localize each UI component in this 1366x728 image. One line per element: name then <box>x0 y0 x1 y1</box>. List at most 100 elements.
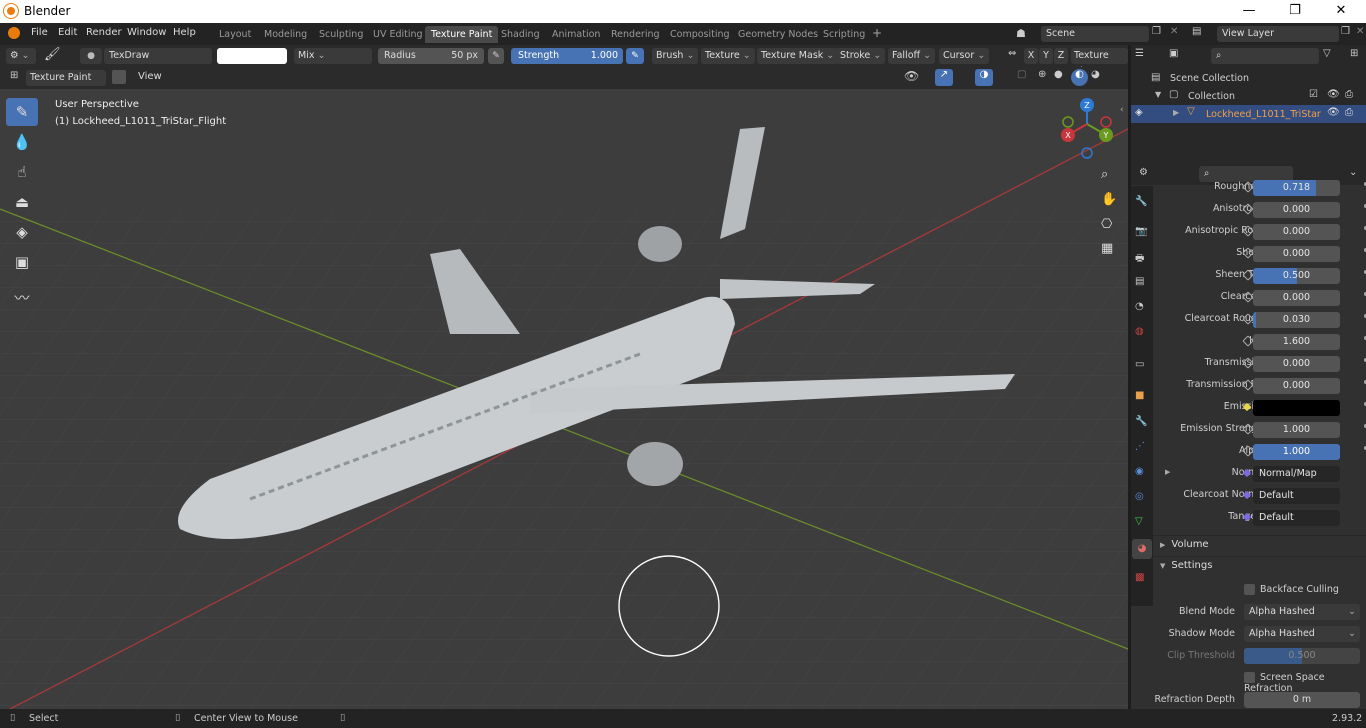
new-view-layer-icon[interactable]: ❐ <box>1341 26 1350 37</box>
clip-threshold-slider[interactable]: 0.500 <box>1244 648 1360 664</box>
output-tab-icon[interactable]: 🖶 <box>1135 251 1144 268</box>
collection-label[interactable]: Collection <box>1188 91 1235 102</box>
xray-icon[interactable]: ▢ <box>1017 69 1026 80</box>
minimize-button[interactable]: — <box>1226 0 1272 23</box>
physics-tab-icon[interactable]: ◉ <box>1135 466 1144 477</box>
clone-tool-icon[interactable]: ⏏ <box>6 188 38 216</box>
blend-mode-dropdown[interactable]: Mix <box>294 48 372 64</box>
menu-help[interactable]: Help <box>173 27 196 38</box>
radius-pressure-icon[interactable]: ✎ <box>488 48 504 64</box>
prop-value-slider[interactable]: 0.030 <box>1253 312 1340 328</box>
tab-uv-editing[interactable]: UV Editing <box>367 26 429 43</box>
mode-dropdown[interactable]: Texture Paint <box>26 70 106 86</box>
prop-value-slider[interactable]: 0.000 <box>1253 246 1340 262</box>
scene-icon[interactable]: ☗ <box>1016 27 1026 40</box>
camera-icon[interactable]: ⎔ <box>1101 217 1112 232</box>
tab-layout[interactable]: Layout <box>213 26 257 43</box>
mirror-z-toggle[interactable]: Z <box>1054 48 1068 64</box>
scene-collection-label[interactable]: Scene Collection <box>1170 73 1249 84</box>
texture-slots-button[interactable]: Texture Slots <box>1071 48 1128 77</box>
symmetry-icon[interactable]: ⇔ <box>1008 48 1016 59</box>
menu-edit[interactable]: Edit <box>58 27 77 38</box>
remove-scene-icon[interactable]: ✕ <box>1170 26 1178 37</box>
texture-menu[interactable]: Texture <box>701 48 755 64</box>
annotate-tool-icon[interactable]: 〰 <box>6 284 38 312</box>
prop-value-slider[interactable]: 1.000 <box>1253 444 1340 460</box>
add-workspace-icon[interactable]: + <box>872 26 882 40</box>
tab-rendering[interactable]: Rendering <box>605 26 666 43</box>
prop-value-slider[interactable]: 0.718 <box>1253 180 1340 196</box>
display-mode-icon[interactable]: ▣ <box>1169 48 1178 59</box>
tab-compositing[interactable]: Compositing <box>664 26 736 43</box>
tab-sculpting[interactable]: Sculpting <box>313 26 369 43</box>
fake-user-icon[interactable]: ● <box>80 48 102 64</box>
strength-pressure-icon[interactable]: ✎ <box>626 48 644 64</box>
prop-value-slider[interactable]: 0.000 <box>1253 378 1340 394</box>
smear-tool-icon[interactable]: ☝ <box>6 158 38 186</box>
collection-camera-icon[interactable]: ⎙ <box>1345 89 1353 100</box>
blender-menu-icon[interactable] <box>8 27 20 39</box>
brush-color-swatch[interactable] <box>217 48 287 64</box>
wireframe-shading-icon[interactable]: ⊕ <box>1038 69 1046 80</box>
tab-animation[interactable]: Animation <box>546 26 606 43</box>
zoom-icon[interactable]: ⌕ <box>1101 167 1108 182</box>
refraction-depth-field[interactable]: 0 m <box>1244 692 1360 708</box>
fill-tool-icon[interactable]: ◈ <box>6 218 38 246</box>
outliner-editor-icon[interactable]: ☰ <box>1135 48 1144 59</box>
menu-file[interactable]: File <box>31 27 48 38</box>
object-camera-icon[interactable]: ⎙ <box>1345 107 1353 118</box>
rendered-shading-icon[interactable]: ◕ <box>1091 69 1100 80</box>
mirror-x-toggle[interactable]: X <box>1024 48 1038 64</box>
maximize-button[interactable]: ❐ <box>1272 0 1318 23</box>
render-tab-icon[interactable]: 📷 <box>1135 226 1147 237</box>
remove-view-layer-icon[interactable]: ✕ <box>1356 26 1364 37</box>
object-label[interactable]: Lockheed_L1011_TriStar <box>1206 109 1321 120</box>
close-button[interactable]: ✕ <box>1318 0 1364 23</box>
radius-slider[interactable]: Radius 50 px <box>378 48 484 64</box>
scene-field[interactable]: Scene <box>1041 26 1149 42</box>
collection-expand-icon[interactable]: ▼ <box>1155 90 1161 99</box>
blend-mode-dropdown[interactable]: Alpha Hashed ⌄ <box>1244 604 1360 620</box>
tab-modeling[interactable]: Modeling <box>258 26 313 43</box>
properties-editor-icon[interactable]: ⚙ <box>1139 167 1148 178</box>
prop-value-slider[interactable]: 1.000 <box>1253 422 1340 438</box>
world-tab-icon[interactable]: ◍ <box>1135 326 1144 337</box>
filter-icon[interactable]: ▽ <box>1323 48 1331 59</box>
link-value[interactable]: Default <box>1253 510 1340 526</box>
sidebar-toggle-icon[interactable]: ‹ <box>1120 105 1124 115</box>
tool-options-icon[interactable]: ⚙ <box>6 48 36 64</box>
prop-value-slider[interactable]: 1.600 <box>1253 334 1340 350</box>
gizmo-toggle-icon[interactable]: ↗ <box>935 69 953 86</box>
new-collection-icon[interactable]: ⊞ <box>1350 48 1358 59</box>
properties-options-icon[interactable]: ⌄ <box>1349 167 1357 178</box>
ssr-checkbox[interactable]: Screen Space Refraction <box>1244 672 1366 694</box>
scene-tab-icon[interactable]: ◔ <box>1135 301 1144 312</box>
menu-window[interactable]: Window <box>127 27 166 38</box>
tool-tab-icon[interactable]: 🔧 <box>1135 196 1147 207</box>
collection-tab-icon[interactable]: ▭ <box>1135 359 1144 370</box>
volume-panel-header[interactable]: ▶ Volume <box>1160 539 1209 550</box>
tab-geometry-nodes[interactable]: Geometry Nodes <box>732 26 824 43</box>
object-eye-icon[interactable]: 👁 <box>1327 107 1340 118</box>
cursor-menu[interactable]: Cursor <box>939 48 990 64</box>
editor-type-icon[interactable]: ⊞ <box>10 70 18 81</box>
tab-shading[interactable]: Shading <box>495 26 546 43</box>
brush-menu[interactable]: Brush <box>652 48 699 64</box>
paint-mask-icon[interactable] <box>112 70 126 84</box>
material-tab-icon[interactable]: ◕ <box>1132 539 1152 559</box>
backface-culling-checkbox[interactable]: Backface Culling <box>1244 584 1339 595</box>
object-tab-icon[interactable]: ■ <box>1135 390 1144 401</box>
link-value[interactable]: Normal/Map <box>1253 466 1340 482</box>
texture-tab-icon[interactable]: ▩ <box>1135 572 1144 583</box>
navigation-gizmo[interactable]: Z Y X <box>1061 98 1113 159</box>
ortho-grid-icon[interactable]: ▦ <box>1101 241 1113 256</box>
collection-eye-icon[interactable]: 👁 <box>1327 89 1340 100</box>
prop-value-slider[interactable]: 0.000 <box>1253 224 1340 240</box>
outliner-search-input[interactable]: ⌕ <box>1211 48 1319 64</box>
link-value[interactable]: Default <box>1253 488 1340 504</box>
3d-viewport[interactable]: Z Y X User Perspective (1) Lockheed_L101… <box>0 89 1128 709</box>
solid-shading-icon[interactable]: ● <box>1054 69 1063 80</box>
stroke-menu[interactable]: Stroke <box>836 48 886 64</box>
tab-texture-paint[interactable]: Texture Paint <box>425 26 499 43</box>
data-tab-icon[interactable]: ▽ <box>1135 516 1143 527</box>
